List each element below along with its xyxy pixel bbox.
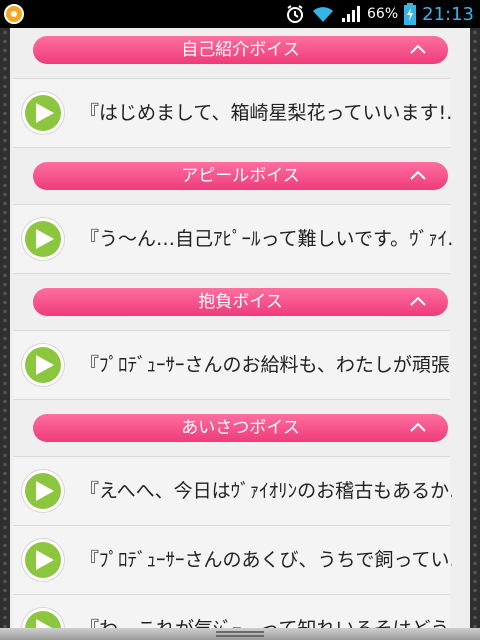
voice-line-text: 『わ…これが気ｼﾞｰ…って知れいるそはどう… (80, 595, 452, 628)
status-icons: 66% 21:13 (285, 0, 474, 28)
section-header-appeal[interactable]: アピールボイス (33, 162, 448, 190)
wifi-icon (311, 5, 335, 23)
bottom-drawer-bar[interactable] (0, 628, 480, 640)
list-item[interactable]: 『う～ん…自己ｱﾋﾟｰﾙって難しいです。ｳﾞｧｲ… (13, 204, 452, 274)
battery-charging-icon (404, 3, 417, 25)
section-title: 抱負ボイス (198, 292, 283, 312)
play-button[interactable] (22, 608, 64, 628)
voice-list-panel[interactable]: 自己紹介ボイス 『はじめまして、箱崎星梨花っていいます!… アピールボイス 『う… (10, 28, 470, 628)
play-button[interactable] (22, 470, 64, 512)
section-header-greeting[interactable]: あいさつボイス (33, 414, 448, 442)
section-header-self-intro[interactable]: 自己紹介ボイス (33, 36, 448, 64)
play-icon (36, 619, 53, 628)
list-item[interactable]: 『ﾌﾟﾛﾃﾞｭｰｻｰさんのお給料も、わたしが頑張… (13, 330, 452, 400)
battery-percent: 66% (367, 6, 399, 22)
drawer-handle-icon[interactable] (216, 631, 264, 637)
voice-line-text: 『ﾌﾟﾛﾃﾞｭｰｻｰさんのお給料も、わたしが頑張… (80, 354, 452, 376)
play-icon (36, 550, 54, 570)
chevron-up-icon (410, 171, 426, 180)
section-header-ambition[interactable]: 抱負ボイス (33, 288, 448, 316)
play-icon (36, 229, 54, 249)
left-rail (0, 28, 10, 640)
play-icon (36, 355, 54, 375)
section-title: 自己紹介ボイス (181, 40, 300, 60)
list-item[interactable]: 『えへへ、今日はｳﾞｧｲｵﾘﾝのお稽古もあるか… (13, 456, 452, 526)
play-button[interactable] (22, 344, 64, 386)
app-notification-icon (4, 4, 24, 24)
chevron-up-icon (410, 45, 426, 54)
voice-line-text: 『ﾌﾟﾛﾃﾞｭｰｻｰさんのあくび、うちで飼ってい… (80, 549, 452, 571)
chevron-up-icon (410, 297, 426, 306)
clock: 21:13 (422, 3, 474, 25)
voice-line-text: 『う～ん…自己ｱﾋﾟｰﾙって難しいです。ｳﾞｧｲ… (80, 228, 452, 250)
voice-line-text: 『はじめまして、箱崎星梨花っていいます!… (80, 102, 452, 124)
list-item[interactable]: 『わ…これが気ｼﾞｰ…って知れいるそはどう… (13, 594, 452, 628)
list-item[interactable]: 『はじめまして、箱崎星梨花っていいます!… (13, 78, 452, 148)
play-icon (36, 103, 54, 123)
alarm-icon (285, 4, 305, 24)
signal-icon (341, 5, 361, 23)
right-rail (470, 28, 480, 640)
voice-line-text: 『えへへ、今日はｳﾞｧｲｵﾘﾝのお稽古もあるか… (80, 480, 452, 502)
section-title: アピールボイス (181, 166, 300, 186)
play-icon (36, 481, 54, 501)
play-button[interactable] (22, 218, 64, 260)
list-item[interactable]: 『ﾌﾟﾛﾃﾞｭｰｻｰさんのあくび、うちで飼ってい… (13, 525, 452, 595)
section-title: あいさつボイス (181, 418, 300, 438)
chevron-up-icon (410, 423, 426, 432)
play-button[interactable] (22, 539, 64, 581)
status-bar: 66% 21:13 (0, 0, 480, 28)
play-button[interactable] (22, 92, 64, 134)
